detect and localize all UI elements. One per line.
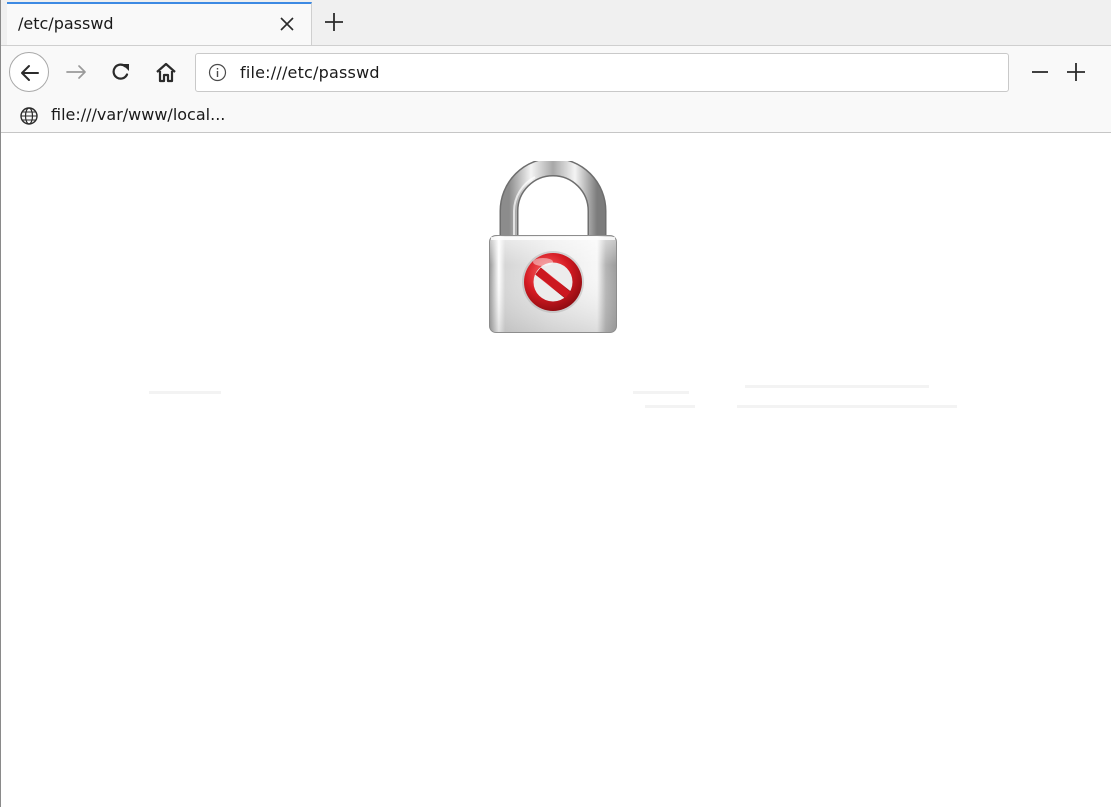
navigation-toolbar: file:///etc/passwd [1, 46, 1111, 98]
forward-arrow-icon[interactable] [65, 62, 89, 86]
tab-active[interactable]: /etc/passwd [7, 2, 312, 45]
tab-strip: /etc/passwd [1, 0, 1111, 46]
faint-line [149, 391, 221, 394]
url-text[interactable]: file:///etc/passwd [240, 63, 380, 82]
zoom-out-icon[interactable] [1030, 61, 1050, 87]
zoom-in-icon[interactable] [1065, 61, 1087, 87]
globe-icon [19, 106, 39, 130]
page-content [1, 133, 1111, 807]
close-tab-icon[interactable] [276, 13, 298, 35]
home-icon[interactable] [154, 61, 178, 87]
faint-line [633, 391, 689, 394]
url-bar[interactable]: file:///etc/passwd [195, 53, 1009, 92]
info-icon[interactable] [208, 63, 227, 82]
reload-icon[interactable] [110, 61, 134, 87]
faint-line [737, 405, 957, 408]
faint-line [645, 405, 695, 408]
bookmark-label: file:///var/www/local... [51, 105, 226, 124]
arrow-left-icon [21, 65, 39, 81]
bookmarks-bar: file:///var/www/local... [1, 98, 1111, 133]
faint-line [745, 385, 929, 388]
new-tab-plus-icon[interactable] [322, 10, 346, 34]
tab-title: /etc/passwd [18, 14, 114, 33]
back-button[interactable] [9, 52, 49, 92]
browser-window: /etc/passwd file:///etc/passwd file:///v… [0, 0, 1111, 807]
lock-blocked-icon [489, 161, 617, 333]
